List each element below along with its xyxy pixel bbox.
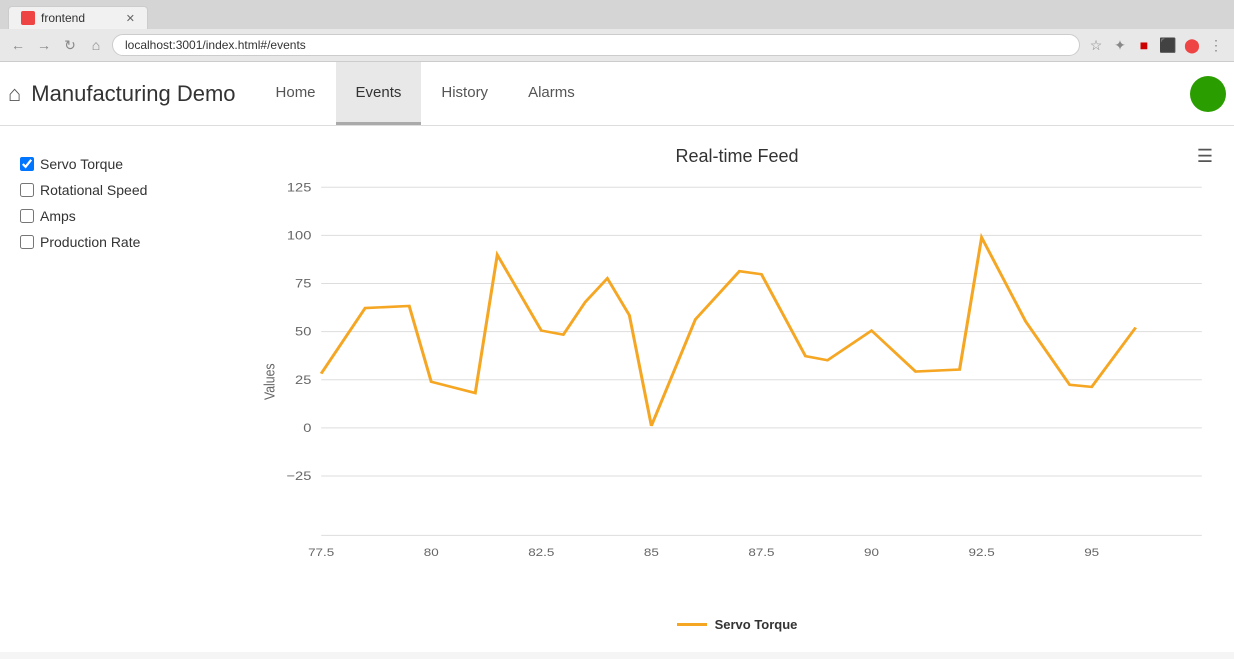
svg-text:82.5: 82.5 <box>528 546 554 559</box>
browser-chrome: frontend ✕ ← → ↻ ⌂ localhost:3001/index.… <box>0 0 1234 62</box>
chart-legend: Servo Torque <box>260 617 1214 632</box>
tab-favicon <box>21 11 35 25</box>
app-title: Manufacturing Demo <box>31 81 235 107</box>
tab-bar: frontend ✕ <box>0 0 1234 29</box>
home-icon: ⌂ <box>8 81 21 107</box>
tab-label: frontend <box>41 11 85 25</box>
menu-button[interactable]: ⋮ <box>1206 35 1226 55</box>
chart-menu-button[interactable]: ☰ <box>1197 146 1214 167</box>
browser-tab[interactable]: frontend ✕ <box>8 6 148 29</box>
tab-close-button[interactable]: ✕ <box>126 12 135 25</box>
navbar: ⌂ Manufacturing Demo Home Events History… <box>0 62 1234 126</box>
bookmark-icon[interactable]: ☆ <box>1086 35 1106 55</box>
legend-label-servo-torque: Servo Torque <box>715 617 798 632</box>
main-content: Servo Torque Rotational Speed Amps Produ… <box>0 126 1234 652</box>
chart-area: Real-time Feed ☰ 125 <box>260 146 1214 632</box>
nav-history[interactable]: History <box>421 62 508 125</box>
chart-canvas: 125 100 75 50 25 0 −25 Values 77.5 80 82… <box>260 177 1214 607</box>
nav-home[interactable]: Home <box>256 62 336 125</box>
ext-icon-2[interactable]: ■ <box>1134 35 1154 55</box>
chart-header: Real-time Feed ☰ <box>260 146 1214 167</box>
sidebar: Servo Torque Rotational Speed Amps Produ… <box>20 146 240 632</box>
checkbox-amps[interactable]: Amps <box>20 208 240 224</box>
checkbox-rotational-speed[interactable]: Rotational Speed <box>20 182 240 198</box>
checkbox-production-rate-input[interactable] <box>20 235 34 249</box>
checkbox-production-rate[interactable]: Production Rate <box>20 234 240 250</box>
url-input[interactable]: localhost:3001/index.html#/events <box>112 34 1080 56</box>
checkbox-production-rate-label: Production Rate <box>40 234 140 250</box>
forward-button[interactable]: → <box>34 35 54 55</box>
checkbox-amps-input[interactable] <box>20 209 34 223</box>
svg-text:75: 75 <box>295 277 311 291</box>
svg-text:Values: Values <box>262 363 278 400</box>
reload-button[interactable]: ↻ <box>60 35 80 55</box>
ext-icon-1[interactable]: ✦ <box>1110 35 1130 55</box>
svg-text:0: 0 <box>303 421 311 435</box>
checkbox-rotational-speed-label: Rotational Speed <box>40 182 147 198</box>
checkbox-rotational-speed-input[interactable] <box>20 183 34 197</box>
home-nav-button[interactable]: ⌂ <box>86 35 106 55</box>
svg-text:87.5: 87.5 <box>748 546 774 559</box>
legend-line-servo-torque <box>677 623 707 626</box>
ext-icon-3[interactable]: ⬛ <box>1158 35 1178 55</box>
browser-actions: ☆ ✦ ■ ⬛ ⬤ ⋮ <box>1086 35 1226 55</box>
svg-text:85: 85 <box>644 546 659 559</box>
back-button[interactable]: ← <box>8 35 28 55</box>
svg-text:95: 95 <box>1084 546 1099 559</box>
svg-text:90: 90 <box>864 546 879 559</box>
chart-title: Real-time Feed <box>675 146 798 167</box>
svg-text:77.5: 77.5 <box>308 546 334 559</box>
checkbox-servo-torque[interactable]: Servo Torque <box>20 156 240 172</box>
app: ⌂ Manufacturing Demo Home Events History… <box>0 62 1234 652</box>
nav-events[interactable]: Events <box>336 62 422 125</box>
nav-alarms[interactable]: Alarms <box>508 62 595 125</box>
address-bar: ← → ↻ ⌂ localhost:3001/index.html#/event… <box>0 29 1234 61</box>
svg-text:125: 125 <box>287 180 311 194</box>
nav-links: Home Events History Alarms <box>256 62 595 125</box>
svg-text:50: 50 <box>295 325 311 339</box>
svg-text:100: 100 <box>287 229 311 243</box>
chart-svg: 125 100 75 50 25 0 −25 Values 77.5 80 82… <box>260 177 1214 607</box>
svg-text:80: 80 <box>424 546 439 559</box>
checkbox-servo-torque-input[interactable] <box>20 157 34 171</box>
svg-text:92.5: 92.5 <box>969 546 995 559</box>
ext-icon-4[interactable]: ⬤ <box>1182 35 1202 55</box>
brand: ⌂ Manufacturing Demo <box>8 81 236 107</box>
checkbox-servo-torque-label: Servo Torque <box>40 156 123 172</box>
svg-text:25: 25 <box>295 373 311 387</box>
checkbox-amps-label: Amps <box>40 208 76 224</box>
status-indicator <box>1190 76 1226 112</box>
svg-text:−25: −25 <box>286 469 311 483</box>
